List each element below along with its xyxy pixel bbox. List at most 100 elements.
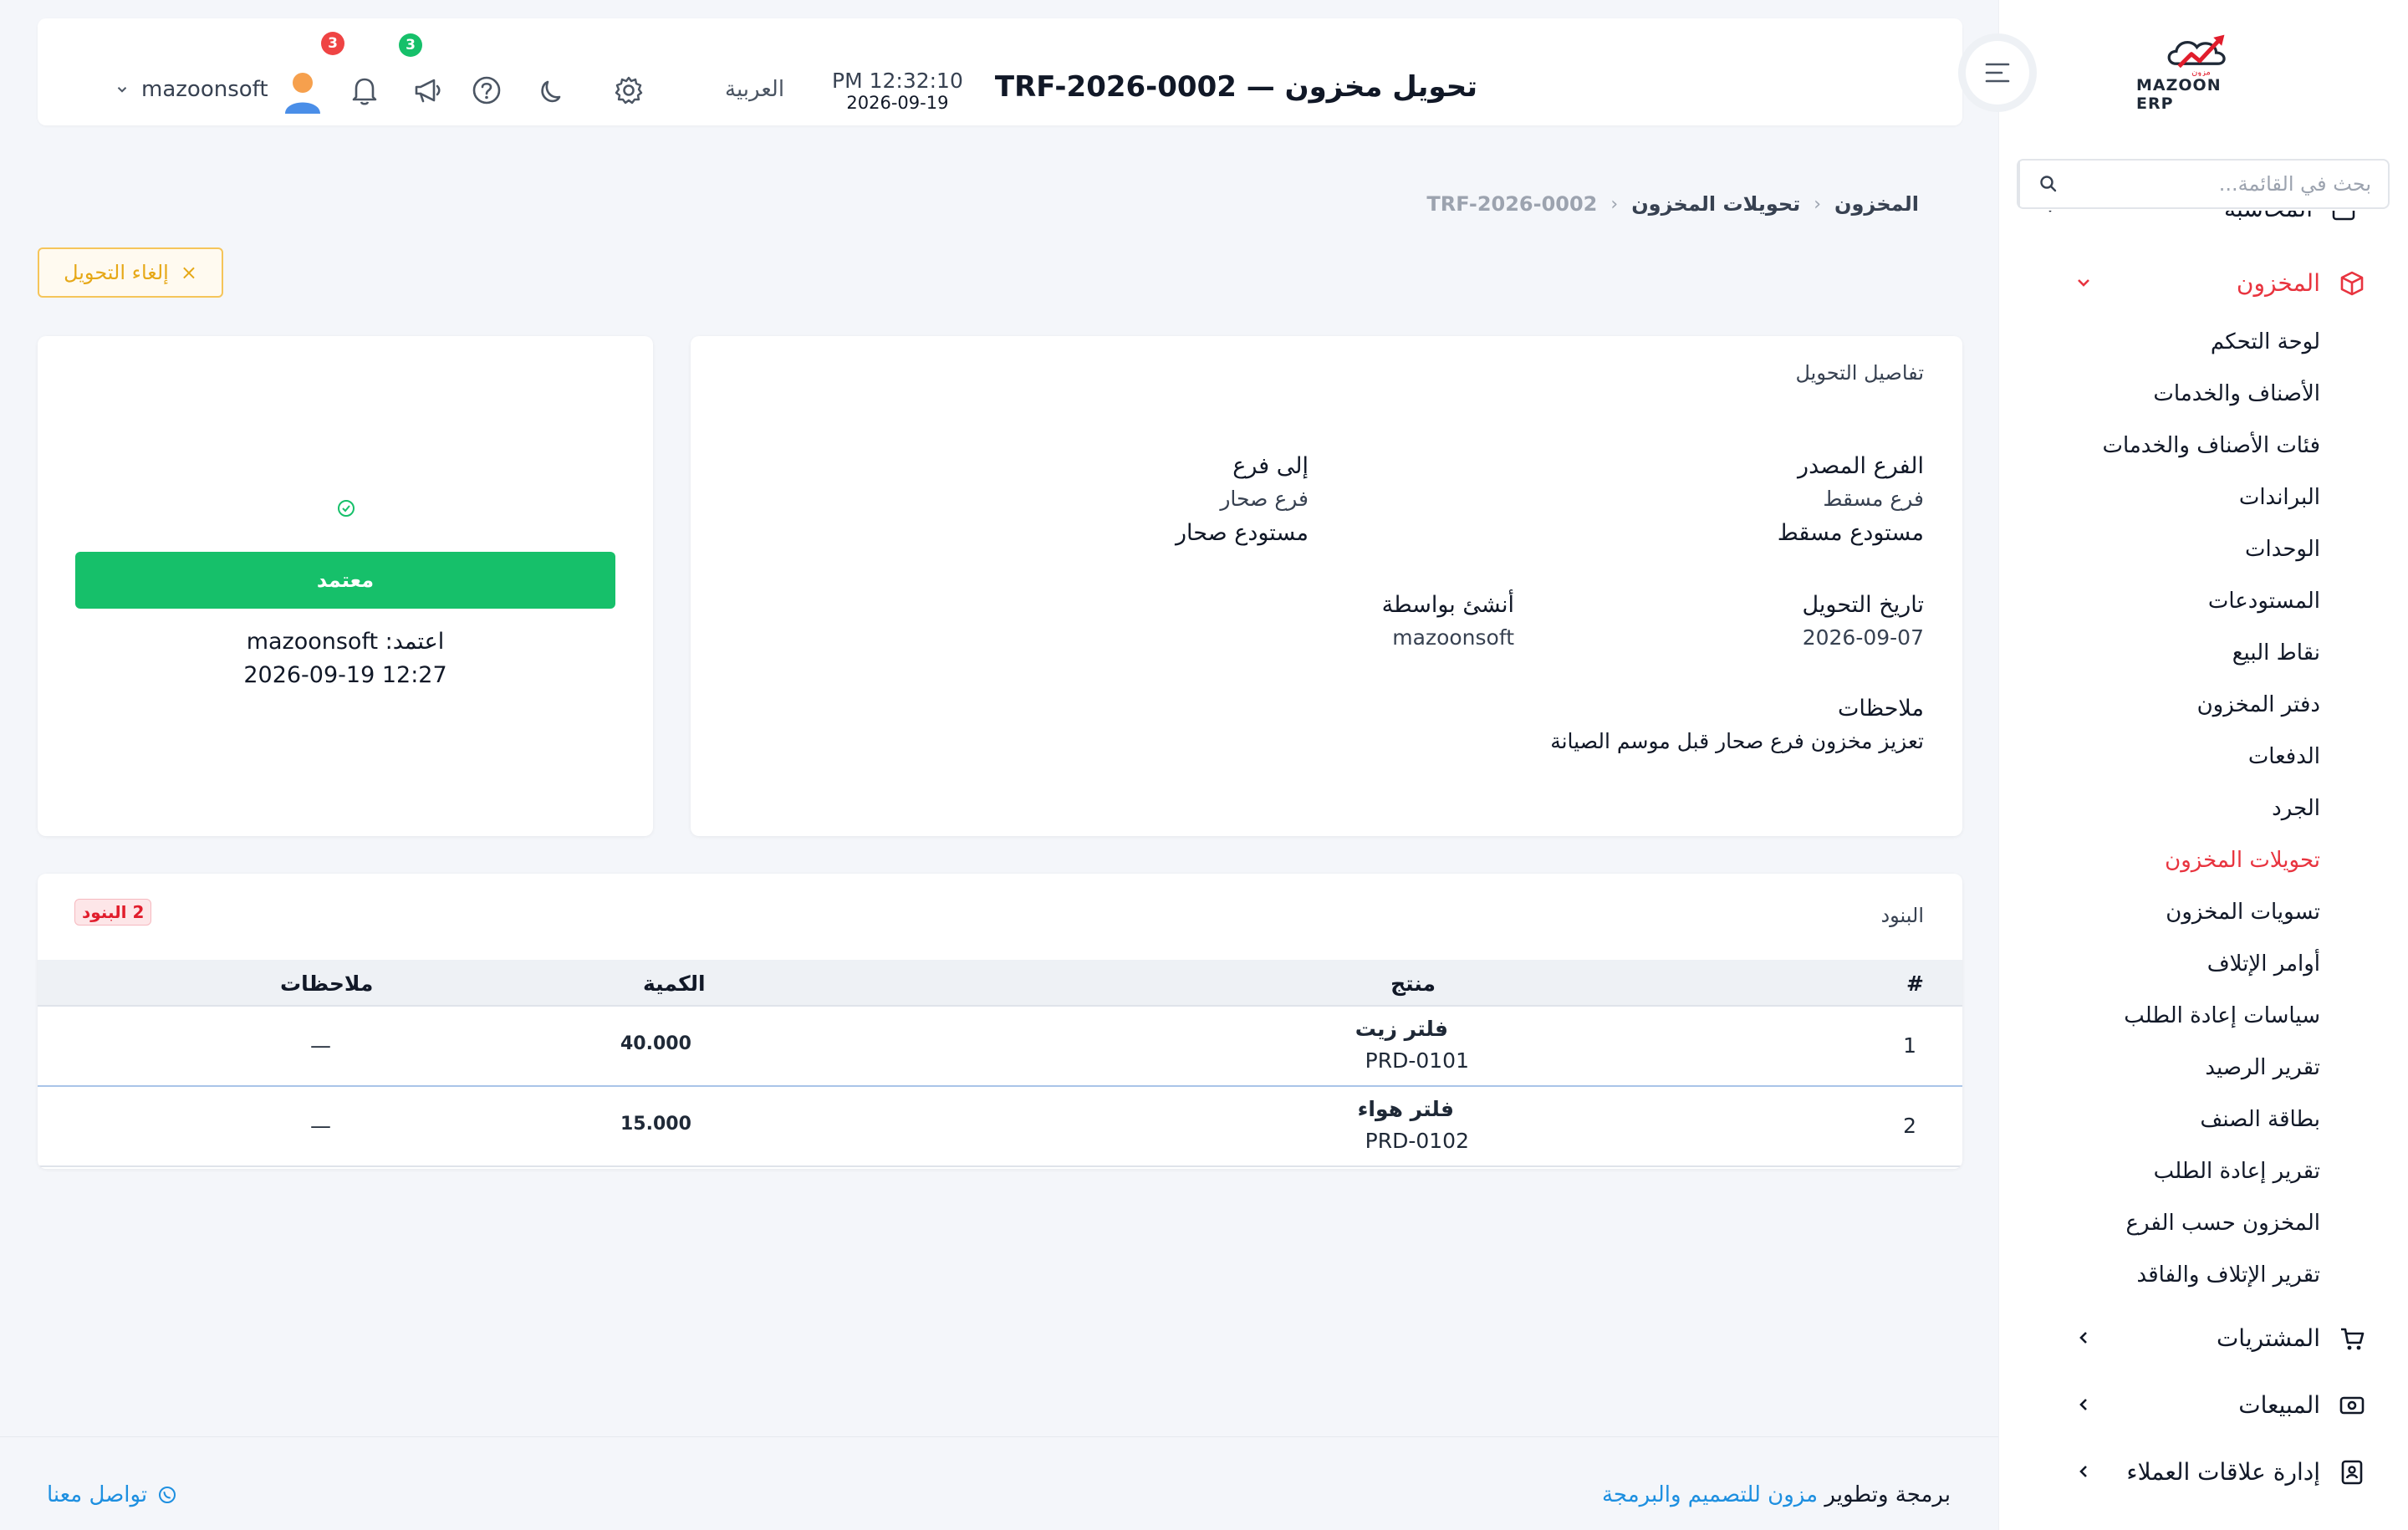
column-header-index: # [1906,972,1924,996]
sidebar-item-stocktake[interactable]: الجرد [2272,796,2320,821]
destination-warehouse-value: مستودع صحار [1176,520,1309,546]
sidebar-group-crm[interactable]: إدارة علاقات العملاء [1998,1446,2408,1497]
chevron-down-icon [2078,279,2089,287]
breadcrumb-section[interactable]: تحويلات المخزون [1631,192,1800,216]
destination-branch-label: إلى فرع [1232,453,1309,479]
footer: برمجة وتطوير مزون للتصميم والبرمجة تواصل… [0,1436,1998,1530]
sidebar-item-units[interactable]: الوحدات [2245,537,2320,562]
column-header-product: منتج [1390,972,1436,996]
brand-logo[interactable]: مزون MAZOON ERP [2136,33,2262,113]
source-branch-label: الفرع المصدر [1798,453,1924,479]
logo-graphic-icon: مزون [2167,34,2226,76]
sidebar-item-warehouses[interactable]: المستودعات [2208,589,2320,614]
sidebar-item-balance-report[interactable]: تقرير الرصيد [2205,1055,2320,1080]
sidebar-toggle[interactable] [1958,33,2037,112]
gear-icon[interactable] [612,74,645,107]
sidebar-search [2017,159,2390,209]
svg-text:مزون: مزون [2191,68,2211,76]
sidebar-item-item-categories[interactable]: فئات الأصناف والخدمات [2102,433,2320,458]
transfer-details-card: تفاصيل التحويل الفرع المصدر فرع مسقط مست… [691,336,1962,836]
sidebar-item-item-card[interactable]: بطاقة الصنف [2200,1107,2320,1132]
sidebar-item-items-services[interactable]: الأصناف والخدمات [2153,381,2320,406]
language-switch[interactable]: العربية [725,77,784,102]
top-bar: تحويل مخزون — TRF-2026-0002 PM 12:32:10 … [38,18,1962,125]
contact-us-label: تواصل معنا [47,1482,148,1507]
sidebar-item-stock-adjustments[interactable]: تسويات المخزون [2166,900,2320,925]
quantity-value: 40.000 [620,1033,691,1054]
column-header-quantity: الكمية [643,972,706,996]
contacts-icon [2341,1460,2363,1485]
avatar[interactable] [282,70,324,115]
check-circle-icon [338,500,355,517]
chevron-down-icon [2048,211,2052,212]
sidebar-group-purchases[interactable]: المشتريات [1998,1313,2408,1363]
clock-date: 2026-09-19 [846,93,949,113]
cancel-transfer-button[interactable]: × إلغاء التحويل [38,247,223,298]
product-code: PRD-0102 [1365,1129,1469,1153]
sidebar-item-waste-report[interactable]: تقرير الإتلاف والفاقد [2137,1262,2320,1288]
column-header-notes: ملاحظات [280,972,374,996]
created-by-value: mazoonsoft [1392,625,1514,650]
table-row: 1 فلتر زيت PRD-0101 40.000 — [38,1007,1962,1087]
register-icon [2339,1396,2365,1415]
row-index: 2 [1903,1114,1916,1138]
items-count-badge: 2 البنود [74,899,152,926]
product-name: فلتر زيت [1354,1017,1448,1041]
brand-name: MAZOON ERP [2136,76,2222,113]
moon-icon[interactable] [537,74,570,107]
notes-value: تعزيز مخزون فرع صحار قبل موسم الصيانة [1550,729,1924,753]
sidebar-search-input[interactable] [2077,161,2388,207]
box-icon [2340,271,2364,296]
chevron-down-icon [117,87,127,93]
items-card: البنود 2 البنود # منتج الكمية ملاحظات 1 … [38,874,1962,1169]
approved-by-text: اعتمد: mazoonsoft [246,629,445,655]
destination-branch-value: فرع صحار [1220,487,1309,511]
footer-company-link[interactable]: مزون للتصميم والبرمجة [1602,1482,1818,1507]
sidebar-item-dashboard[interactable]: لوحة التحكم [2211,329,2320,354]
breadcrumb-current: TRF-2026-0002 [1426,192,1598,216]
notes-label: ملاحظات [1837,696,1924,722]
sidebar-item-reorder-policies[interactable]: سياسات إعادة الطلب [2124,1003,2320,1028]
footer-credit-prefix: برمجة وتطوير [1824,1482,1951,1507]
sidebar-item-batches[interactable]: الدفعات [2248,744,2320,769]
chevron-left-icon [2079,1466,2087,1477]
page-title: تحويل مخزون — TRF-2026-0002 [994,70,1477,104]
sidebar-item-label: المحاسبة [2060,211,2329,222]
menu-icon [1985,63,2010,83]
created-by-label: أنشئ بواسطة [1381,592,1514,618]
transfer-date-label: تاريخ التحويل [1802,592,1924,618]
help-icon[interactable] [470,74,503,107]
sidebar-item-disposal-orders[interactable]: أوامر الإتلاف [2207,951,2320,977]
megaphone-icon[interactable] [411,74,445,107]
sidebar-item-stock-ledger[interactable]: دفتر المخزون [2197,692,2320,717]
breadcrumb-root[interactable]: المخزون [1834,192,1919,216]
table-row: 2 فلتر هواء PRD-0102 15.000 — [38,1087,1962,1167]
bell-icon[interactable] [348,74,381,107]
sidebar-group-label: المخزون [2236,268,2320,297]
search-icon[interactable] [2018,161,2077,207]
calculator-icon [2332,211,2355,221]
sidebar-item-brands[interactable]: البراندات [2239,485,2320,510]
cancel-transfer-label: إلغاء التحويل [64,261,169,284]
sidebar-item-stock-transfers[interactable]: تحويلات المخزون [2165,848,2320,873]
clock-time: PM 12:32:10 [832,69,963,93]
status-approved-badge: معتمد [75,552,615,609]
cart-icon [2341,1328,2365,1350]
row-index: 1 [1903,1033,1916,1058]
footer-credit: برمجة وتطوير مزون للتصميم والبرمجة [1602,1482,1951,1507]
approved-at-text: 2026-09-19 12:27 [243,662,447,688]
sidebar-group-sales[interactable]: المبيعات [1998,1380,2408,1430]
contact-us-link[interactable]: تواصل معنا [47,1482,177,1507]
sidebar-item-accounting[interactable]: المحاسبة [1998,211,2408,234]
sidebar-item-reorder-report[interactable]: تقرير إعادة الطلب [2154,1159,2320,1184]
product-code: PRD-0101 [1365,1048,1469,1073]
breadcrumb: المخزون ‹ تحويلات المخزون ‹ TRF-2026-000… [1426,192,1919,216]
sidebar-item-pos[interactable]: نقاط البيع [2232,640,2320,666]
row-notes: — [310,1033,331,1058]
user-menu[interactable]: mazoonsoft [115,77,268,102]
items-title: البنود [1880,904,1924,927]
sidebar-item-stock-by-branch[interactable]: المخزون حسب الفرع [2126,1211,2320,1236]
chevron-left-icon [2079,1332,2087,1344]
chevron-left-icon: ‹ [1610,193,1619,215]
sidebar-group-inventory[interactable]: المخزون [1998,258,2408,308]
